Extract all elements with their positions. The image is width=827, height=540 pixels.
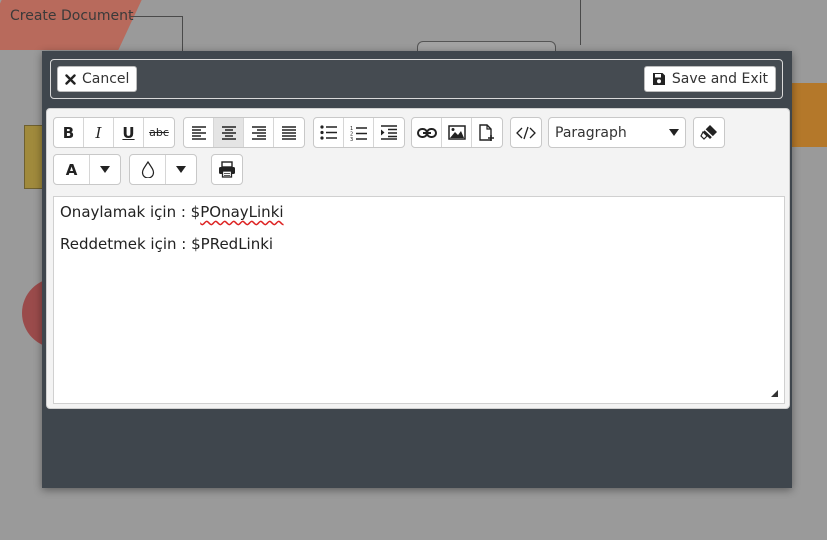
clear-format-group: [693, 117, 725, 148]
align-center-button[interactable]: [214, 118, 244, 147]
strikethrough-button[interactable]: abc: [144, 118, 174, 147]
resize-handle-icon[interactable]: [771, 390, 778, 397]
save-and-exit-button[interactable]: Save and Exit: [643, 66, 776, 92]
underline-icon: U: [122, 123, 135, 142]
highlight-color-button[interactable]: [130, 155, 166, 184]
indent-icon: [381, 125, 397, 140]
bullet-list-icon: [319, 125, 337, 140]
align-left-button[interactable]: [184, 118, 214, 147]
font-color-button[interactable]: A: [54, 155, 90, 184]
indent-button[interactable]: [374, 118, 404, 147]
chevron-down-icon: [176, 166, 186, 173]
numbered-list-icon: 123: [350, 126, 367, 141]
underline-button[interactable]: U: [114, 118, 144, 147]
svg-text:3: 3: [350, 137, 353, 141]
floppy-disk-icon: [652, 72, 666, 86]
highlight-color-dropdown[interactable]: [166, 155, 196, 184]
align-justify-icon: [282, 125, 296, 140]
add-file-icon: [479, 123, 494, 141]
italic-icon: I: [95, 123, 102, 142]
misspelled-word: POnayLinki: [200, 203, 284, 221]
insert-group: [411, 117, 503, 148]
content-line: Onaylamak için : $POnayLinki: [60, 203, 778, 221]
bullet-list-button[interactable]: [314, 118, 344, 147]
bg-orange-shape: [790, 83, 827, 147]
cancel-button[interactable]: Cancel: [57, 66, 138, 92]
save-label: Save and Exit: [671, 71, 768, 87]
font-color-dropdown[interactable]: [90, 155, 120, 184]
eraser-icon: [700, 124, 718, 142]
align-left-icon: [191, 125, 206, 140]
insert-link-button[interactable]: [412, 118, 442, 147]
font-color-icon: A: [65, 160, 78, 179]
alignment-group: [183, 117, 305, 148]
code-view-button[interactable]: [511, 118, 541, 147]
bg-connector: [182, 16, 183, 52]
content-text: Onaylamak için : $: [60, 203, 201, 221]
text-style-group: B I U abc: [53, 117, 175, 148]
link-icon: [416, 127, 437, 138]
modal-topbar: Cancel Save and Exit: [50, 59, 783, 99]
editor-toolbar: B I U abc 123 Paragraph A: [47, 109, 789, 194]
content-line: Reddetmek için : $PRedLinki: [60, 235, 274, 253]
align-justify-button[interactable]: [274, 118, 304, 147]
bold-icon: B: [62, 123, 75, 142]
italic-button[interactable]: I: [84, 118, 114, 147]
list-group: 123: [313, 117, 405, 148]
print-group: [211, 154, 243, 185]
font-color-group: A: [53, 154, 121, 185]
bg-connector: [580, 0, 581, 45]
editor-content-area[interactable]: Onaylamak için : $POnayLinki Reddetmek i…: [53, 196, 785, 404]
paragraph-style-value: Paragraph: [555, 124, 627, 141]
bg-connector: [130, 16, 183, 17]
align-center-icon: [221, 125, 236, 140]
printer-icon: [219, 161, 235, 178]
bold-button[interactable]: B: [54, 118, 84, 147]
align-right-icon: [251, 125, 266, 140]
code-icon: [516, 126, 536, 139]
rich-text-editor: B I U abc 123 Paragraph A Onaylamak için…: [46, 108, 790, 409]
numbered-list-button[interactable]: 123: [344, 118, 374, 147]
print-button[interactable]: [212, 155, 242, 184]
paragraph-style-select[interactable]: Paragraph: [548, 117, 686, 148]
editor-modal: Cancel Save and Exit B I U abc 1 2 3 Par…: [42, 51, 792, 488]
insert-image-button[interactable]: [442, 118, 472, 147]
insert-file-button[interactable]: [472, 118, 502, 147]
bg-create-document-label: Create Document: [10, 8, 134, 24]
chevron-down-icon: [100, 166, 110, 173]
cancel-label: Cancel: [82, 71, 130, 87]
highlight-color-group: [129, 154, 197, 185]
close-icon: [65, 73, 76, 85]
image-icon: [447, 125, 466, 140]
code-view-group: [510, 117, 542, 148]
clear-formatting-button[interactable]: [694, 118, 724, 147]
chevron-down-icon: [669, 129, 679, 136]
align-right-button[interactable]: [244, 118, 274, 147]
droplet-icon: [141, 161, 154, 178]
strikethrough-icon: abc: [149, 126, 169, 139]
